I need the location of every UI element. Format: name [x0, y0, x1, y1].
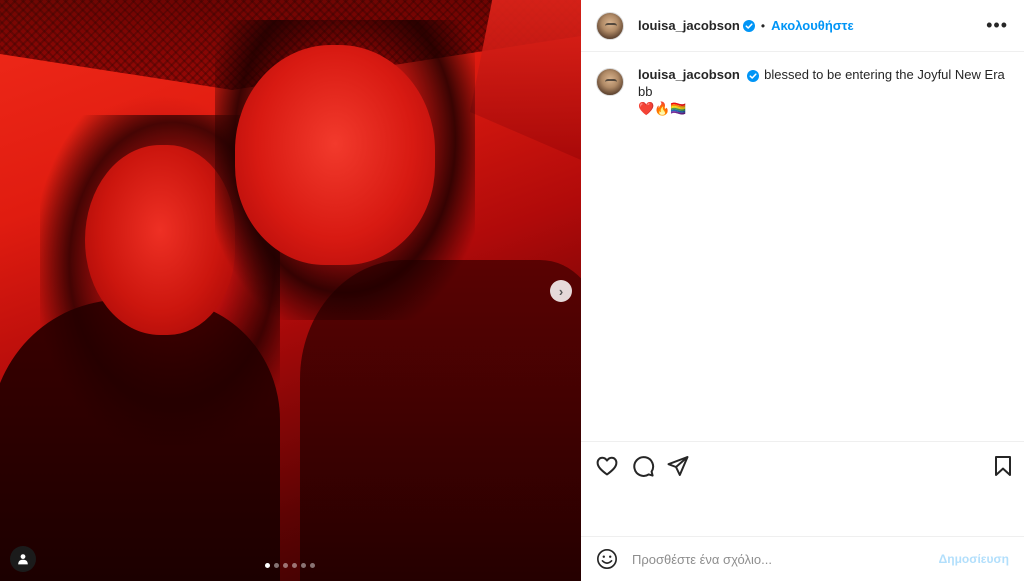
verified-badge-icon: [742, 19, 755, 32]
post-media[interactable]: ›: [0, 0, 581, 581]
header-separator: •: [760, 18, 766, 33]
caption-emojis: ❤️🔥🏳️‍🌈: [638, 101, 687, 116]
caption-body: louisa_jacobson blessed to be entering t…: [638, 66, 1008, 117]
post-side-panel: louisa_jacobson • Ακολουθήστε ••• louisa…: [581, 0, 1024, 581]
carousel-next-button[interactable]: ›: [550, 280, 572, 302]
username-link[interactable]: louisa_jacobson: [638, 18, 740, 33]
photo-person-left-face: [85, 145, 235, 335]
tagged-user-icon: [18, 554, 28, 565]
avatar[interactable]: [596, 68, 624, 96]
follow-button[interactable]: Ακολουθήστε: [771, 18, 854, 33]
carousel-dot: [274, 563, 279, 568]
avatar[interactable]: [596, 11, 624, 40]
carousel-dot: [283, 563, 288, 568]
carousel-dot: [310, 563, 315, 568]
carousel-dot: [265, 563, 270, 568]
carousel-dot: [292, 563, 297, 568]
emoji-icon[interactable]: [596, 548, 618, 570]
chevron-right-icon: ›: [558, 283, 564, 299]
caption-username-link[interactable]: louisa_jacobson: [638, 67, 740, 82]
post-comment-button[interactable]: Δημοσίευση: [939, 552, 1009, 566]
comment-icon[interactable]: [631, 454, 655, 478]
more-options-icon[interactable]: •••: [986, 16, 1008, 34]
tagged-users-button[interactable]: [10, 546, 36, 572]
carousel-indicator: [265, 563, 315, 568]
post-caption: louisa_jacobson blessed to be entering t…: [596, 66, 1016, 117]
photo-person-right-face: [235, 45, 435, 265]
heart-icon[interactable]: [595, 454, 619, 478]
share-icon[interactable]: [666, 454, 690, 478]
post-header: louisa_jacobson • Ακολουθήστε •••: [581, 0, 1024, 52]
verified-badge-icon: [746, 69, 759, 82]
comment-input[interactable]: [632, 551, 932, 567]
bookmark-icon[interactable]: [991, 454, 1015, 478]
comment-bar: Δημοσίευση: [581, 536, 1024, 581]
post-actions: [581, 441, 1024, 535]
carousel-dot: [301, 563, 306, 568]
